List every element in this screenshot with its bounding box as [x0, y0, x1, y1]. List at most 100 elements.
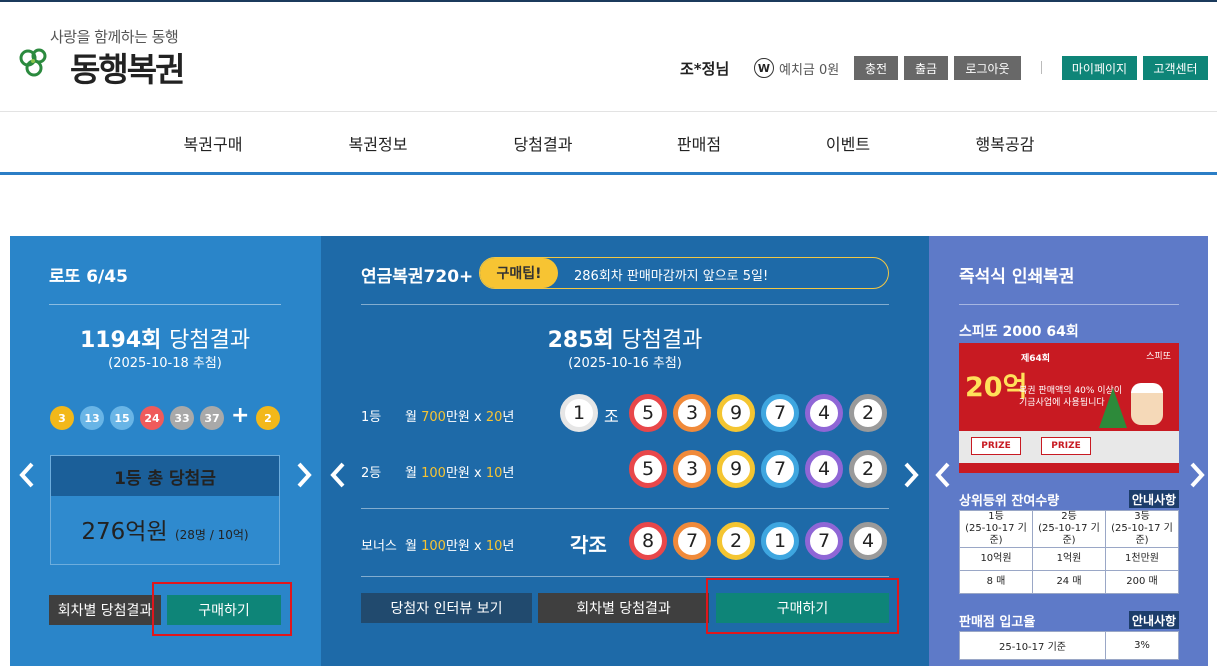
pension-button-divider: [361, 576, 889, 577]
lotto-round-suffix: 당첨결과: [169, 328, 251, 353]
lotto-bonus-ball: 2: [256, 406, 280, 430]
mypage-button[interactable]: 마이페이지: [1062, 56, 1137, 80]
lotto-prize-detail: (28명 / 10억): [174, 528, 249, 542]
lotto-divider: [49, 304, 281, 305]
speetto-ticket-image[interactable]: 제64회 스피또 20억 복권 판매액의 40% 이상이 기금사업에 사용됩니다…: [959, 343, 1179, 473]
pension-rank2-label: 2등: [361, 466, 382, 481]
pension-rank1-prize: 월 700만원 x 20년: [405, 406, 514, 425]
rank1-prefix: 월: [405, 410, 417, 425]
pension-bonus-prize: 월 100만원 x 10년: [405, 535, 514, 554]
rank2-digit-3: 9: [717, 450, 755, 488]
remaining-count-1: 8 매: [959, 570, 1033, 594]
remaining-header-row: 1등 (25-10-17 기준) 2등 (25-10-17 기준) 3등 (25-10…: [959, 510, 1179, 548]
pension-rank2-prize: 월 100만원 x 10년: [405, 462, 514, 481]
pension-next-arrow-icon[interactable]: [901, 460, 921, 490]
rank1-digit-4: 7: [761, 394, 799, 432]
remaining-table: 1등 (25-10-17 기준) 2등 (25-10-17 기준) 3등 (25-10…: [959, 510, 1179, 594]
rank1-digit-6: 2: [849, 394, 887, 432]
nav-results[interactable]: 당첨결과: [514, 131, 573, 155]
support-button[interactable]: 고객센터: [1143, 56, 1208, 80]
nav-happiness[interactable]: 행복공감: [976, 131, 1035, 155]
bonus-digit-3: 2: [717, 522, 755, 560]
logout-button[interactable]: 로그아웃: [954, 56, 1021, 80]
bonus-suffix: 년: [502, 539, 515, 554]
pension-round-suffix: 당첨결과: [621, 328, 703, 353]
rank2-years: 10: [485, 466, 503, 481]
instant-prev-arrow-icon[interactable]: [933, 460, 953, 490]
pension-group-ball: 1: [560, 394, 598, 432]
lotto-history-button[interactable]: 회차별 당첨결과: [49, 595, 161, 625]
site-logo[interactable]: 사랑을 함께하는 동행 동행복권: [18, 26, 198, 92]
rank2-digit-4: 7: [761, 450, 799, 488]
rank3-date: (25-10-17 기준): [1111, 523, 1173, 546]
instant-next-arrow-icon[interactable]: [1187, 460, 1207, 490]
purchase-tip-text: 286회차 판매마감까지 앞으로 5일!: [574, 269, 769, 284]
ticket-brand: 스피또: [1146, 352, 1171, 362]
bonus-digit-4: 1: [761, 522, 799, 560]
bonus-digit-6: 4: [849, 522, 887, 560]
remaining-header-3: 3등 (25-10-17 기준): [1105, 510, 1179, 548]
nav-info[interactable]: 복권정보: [349, 131, 408, 155]
rank1-mid: 만원 x: [445, 410, 482, 425]
nav-buy[interactable]: 복권구매: [184, 131, 243, 155]
deposit-balance: 예치금 0원: [779, 62, 840, 78]
pension-prev-arrow-icon[interactable]: [328, 460, 348, 490]
lotto-prize-box: 1등 총 당첨금 276억원 (28명 / 10억): [50, 455, 280, 565]
sales-info-button[interactable]: 안내사항: [1129, 611, 1179, 629]
nav-stores[interactable]: 판매점: [677, 131, 721, 155]
santa-icon: [1131, 383, 1163, 425]
rank1-date: (25-10-17 기준): [965, 523, 1027, 546]
sales-rate-date: 25-10-17 기준: [959, 631, 1106, 660]
rank1-amount: 700: [421, 410, 446, 425]
sales-rate-table: 25-10-17 기준 3%: [959, 631, 1179, 660]
remaining-count-3: 200 매: [1105, 570, 1179, 594]
remaining-amount-1: 10억원: [959, 547, 1033, 571]
bonus-digit-5: 7: [805, 522, 843, 560]
rank1-digit-1: 5: [629, 394, 667, 432]
lotto-next-arrow-icon[interactable]: [294, 460, 314, 490]
rank1-years: 20: [485, 410, 503, 425]
pension-group-label: 조: [604, 407, 619, 426]
winner-interview-button[interactable]: 당첨자 인터뷰 보기: [361, 593, 532, 623]
pension-bonus-label: 보너스: [361, 539, 397, 554]
rank2-suffix: 년: [502, 466, 515, 481]
logo-name: 동행복권: [70, 50, 185, 89]
remaining-info-button[interactable]: 안내사항: [1129, 490, 1179, 508]
pension-rank1-label: 1등: [361, 410, 382, 425]
pension-each-group-label: 각조: [570, 533, 607, 557]
rank2-digit-1: 5: [629, 450, 667, 488]
lotto-ball-1: 3: [50, 406, 74, 430]
remaining-amount-3: 1천만원: [1105, 547, 1179, 571]
ticket-prize-1: PRIZE: [971, 437, 1021, 455]
rank2-header: 2등: [1061, 511, 1077, 522]
pension-round: 285회 당첨결과: [361, 322, 889, 354]
instant-game-title[interactable]: 스피또 2000 64회: [959, 321, 1079, 341]
pension-history-button[interactable]: 회차별 당첨결과: [538, 593, 709, 623]
rank2-amount: 100: [421, 466, 446, 481]
lotto-prize-amount: 276억원: [81, 519, 168, 545]
bonus-digit-2: 7: [673, 522, 711, 560]
lotto-prev-arrow-icon[interactable]: [17, 460, 37, 490]
lotto-prize-title: 1등 총 당첨금: [51, 456, 279, 496]
rank2-digit-5: 4: [805, 450, 843, 488]
withdraw-button[interactable]: 출금: [904, 56, 948, 80]
pension-divider: [361, 304, 889, 305]
sales-rate-row: 25-10-17 기준 3%: [959, 631, 1179, 660]
lotto-round-number: 1194회: [79, 328, 162, 353]
instant-title: 즉석식 인쇄복권: [959, 267, 1075, 287]
ticket-round: 제64회: [1021, 354, 1051, 364]
lotto-buy-highlight: [152, 582, 292, 636]
lotto-ball-4: 24: [140, 406, 164, 430]
lotto-title: 로또 6/45: [49, 267, 128, 287]
purchase-tip-badge: 구매팁!: [480, 258, 558, 288]
remaining-header-1: 1등 (25-10-17 기준): [959, 510, 1033, 548]
lotto-draw-date: (2025-10-18 추첨): [108, 356, 222, 371]
lotto-ball-3: 15: [110, 406, 134, 430]
nav-events[interactable]: 이벤트: [826, 131, 870, 155]
bonus-prefix: 월: [405, 539, 417, 554]
pension-title: 연금복권720+: [361, 267, 474, 287]
charge-button[interactable]: 충전: [854, 56, 898, 80]
lotto-plus: +: [231, 403, 250, 428]
rank1-header: 1등: [988, 511, 1004, 522]
rank1-suffix: 년: [502, 410, 515, 425]
